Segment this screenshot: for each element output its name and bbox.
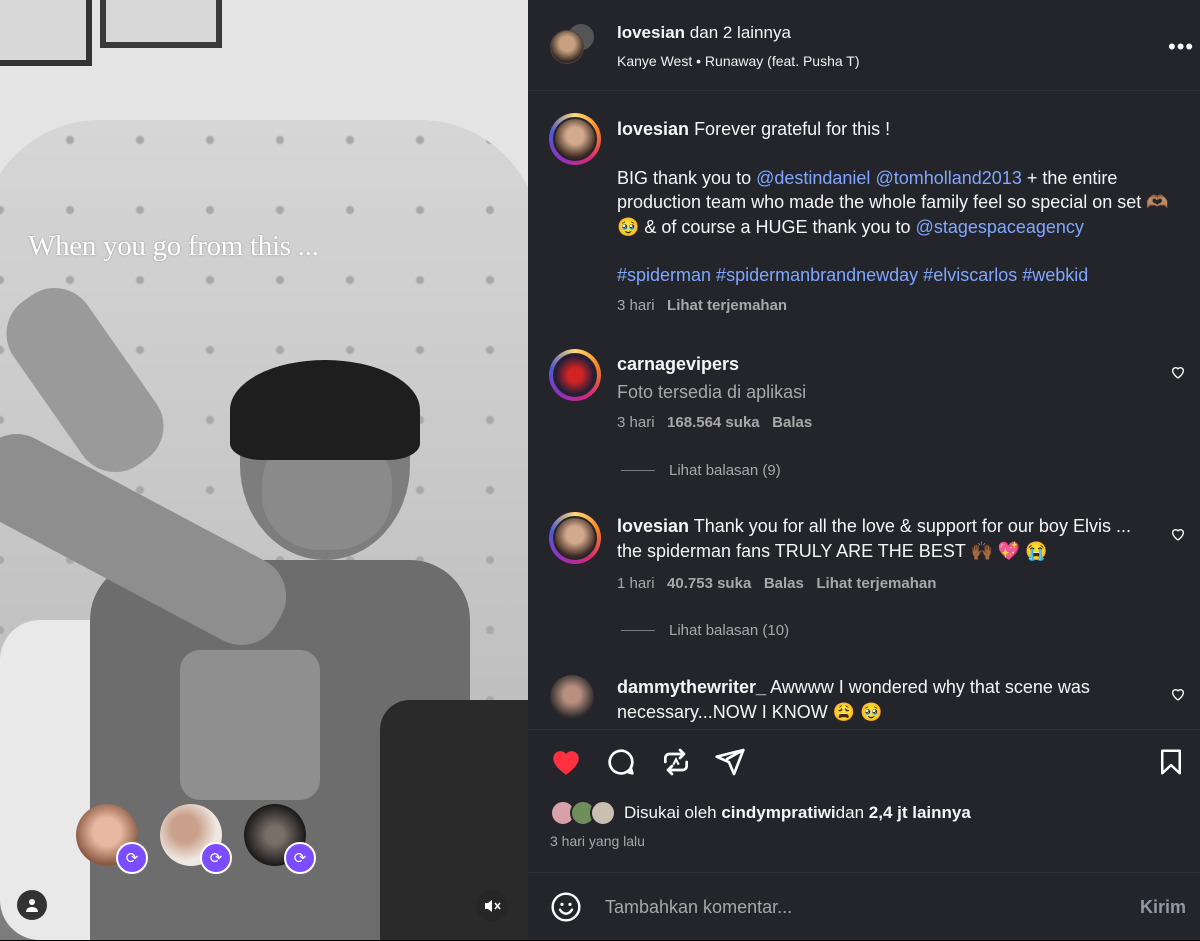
repost-icon: ⟳ bbox=[284, 842, 316, 874]
caption-meta: 3 hari Lihat terjemahan bbox=[617, 294, 1177, 319]
post-authors: lovesian dan 2 lainnya bbox=[617, 23, 791, 43]
likes-summary[interactable]: Disukai oleh cindympratiwi dan 2,4 jt la… bbox=[550, 800, 971, 826]
speaker-muted-icon bbox=[485, 900, 501, 912]
like-comment-heart-icon[interactable] bbox=[1170, 364, 1186, 380]
mention-link[interactable]: @destindaniel bbox=[756, 168, 870, 188]
reposter-avatar[interactable]: ⟳ bbox=[160, 804, 232, 874]
likes-count[interactable]: 2,4 jt lainnya bbox=[869, 803, 971, 823]
caption-text: BIG thank you to bbox=[617, 167, 757, 188]
action-bar bbox=[528, 729, 1200, 794]
artist-name: Kanye West bbox=[617, 53, 693, 69]
post-caption: lovesian Forever grateful for this ! BIG… bbox=[617, 117, 1177, 318]
comment-username[interactable]: dammythewriter_ bbox=[617, 677, 766, 697]
wall-picture-frame bbox=[0, 0, 92, 66]
comment-username[interactable]: carnagevipers bbox=[617, 352, 1157, 377]
reposter-avatar[interactable]: ⟳ bbox=[76, 804, 148, 874]
comment: dammythewriter_ Awwww I wondered why tha… bbox=[617, 675, 1157, 725]
audio-info[interactable]: Kanye West • Runaway (feat. Pusha T) bbox=[617, 53, 860, 69]
song-title: Runaway (feat. Pusha T) bbox=[704, 53, 860, 69]
collab-text[interactable]: dan 2 lainnya bbox=[690, 23, 791, 42]
replies-line bbox=[621, 470, 655, 471]
liker-username[interactable]: cindympratiwi bbox=[721, 803, 835, 823]
reply-button[interactable]: Balas bbox=[772, 414, 812, 431]
likes-prefix: Disukai oleh bbox=[624, 803, 717, 822]
reposters: ⟳ ⟳ ⟳ bbox=[76, 804, 316, 874]
comment-time: 1 hari bbox=[617, 575, 655, 592]
caption-avatar[interactable] bbox=[549, 113, 601, 165]
comment: lovesian Thank you for all the love & su… bbox=[617, 514, 1157, 596]
comment-username[interactable]: lovesian bbox=[617, 516, 689, 536]
repost-icon: ⟳ bbox=[116, 842, 148, 874]
liker-avatars bbox=[550, 800, 616, 826]
translate-link[interactable]: Lihat terjemahan bbox=[667, 297, 787, 314]
view-replies-label[interactable]: Lihat balasan (9) bbox=[669, 462, 781, 479]
caption-first-line: Forever grateful for this ! bbox=[694, 119, 891, 139]
comment-time: 3 hari bbox=[617, 414, 655, 431]
comment-meta: 1 hari 40.753 suka Balas Lihat terjemaha… bbox=[617, 571, 1157, 596]
hashtags[interactable]: #spiderman #spidermanbrandnewday #elvisc… bbox=[617, 263, 1177, 288]
mention-link[interactable]: @stagespaceagency bbox=[916, 217, 1084, 237]
post-header: lovesian dan 2 lainnya Kanye West • Runa… bbox=[528, 0, 1200, 91]
comment-avatar[interactable] bbox=[550, 675, 594, 719]
like-comment-heart-icon[interactable] bbox=[1170, 526, 1186, 542]
comment-text: Foto tersedia di aplikasi bbox=[617, 382, 807, 402]
comment-icon[interactable] bbox=[605, 746, 637, 778]
comment-input[interactable]: Tambahkan komentar... bbox=[605, 897, 792, 918]
send-comment-button[interactable]: Kirim bbox=[1140, 897, 1186, 918]
comment-likes[interactable]: 168.564 suka bbox=[667, 414, 760, 431]
comment-likes[interactable]: 40.753 suka bbox=[667, 575, 751, 592]
reposter-avatar[interactable]: ⟳ bbox=[244, 804, 316, 874]
emoji-icon[interactable] bbox=[550, 891, 582, 923]
shirt-print bbox=[180, 650, 320, 800]
view-replies[interactable]: Lihat balasan (9) bbox=[621, 462, 781, 479]
separator: • bbox=[696, 53, 702, 69]
comment-avatar[interactable] bbox=[549, 349, 601, 401]
more-options-icon[interactable]: ••• bbox=[1168, 34, 1194, 60]
wall-picture-frame bbox=[100, 0, 222, 48]
comment-meta: 3 hari 168.564 suka Balas bbox=[617, 410, 1157, 435]
mute-button[interactable] bbox=[476, 890, 508, 922]
mention-link[interactable]: @tomholland2013 bbox=[875, 168, 1021, 188]
post-panel: lovesian dan 2 lainnya Kanye West • Runa… bbox=[528, 0, 1200, 940]
save-bookmark-icon[interactable] bbox=[1156, 746, 1186, 778]
view-replies[interactable]: Lihat balasan (10) bbox=[621, 622, 789, 639]
reel-video[interactable]: When you go from this ... ⟳ ⟳ ⟳ bbox=[0, 0, 528, 940]
repost-icon[interactable] bbox=[660, 746, 692, 778]
video-overlay-text: When you go from this ... bbox=[28, 230, 319, 262]
caption-username[interactable]: lovesian bbox=[617, 119, 689, 139]
child-hair bbox=[230, 360, 420, 460]
reply-button[interactable]: Balas bbox=[764, 575, 804, 592]
likes-middle: dan bbox=[835, 803, 865, 822]
repost-icon: ⟳ bbox=[200, 842, 232, 874]
author-avatar[interactable] bbox=[550, 30, 584, 64]
translate-link[interactable]: Lihat terjemahan bbox=[816, 575, 936, 592]
author-username[interactable]: lovesian bbox=[617, 23, 685, 42]
replies-line bbox=[621, 630, 655, 631]
like-comment-heart-icon[interactable] bbox=[1170, 686, 1186, 702]
liked-heart-icon[interactable] bbox=[548, 745, 584, 779]
comment-avatar[interactable] bbox=[549, 512, 601, 564]
comment-text: Thank you for all the love & support for… bbox=[617, 516, 1131, 561]
comment-composer: Tambahkan komentar... Kirim bbox=[528, 872, 1200, 941]
post-date: 3 hari yang lalu bbox=[550, 833, 645, 849]
comment: carnagevipers Foto tersedia di aplikasi … bbox=[617, 352, 1157, 435]
view-replies-label[interactable]: Lihat balasan (10) bbox=[669, 622, 789, 639]
user-icon bbox=[26, 899, 38, 912]
tagged-users-button[interactable] bbox=[17, 890, 47, 920]
share-icon[interactable] bbox=[714, 746, 746, 778]
caption-time: 3 hari bbox=[617, 296, 655, 314]
